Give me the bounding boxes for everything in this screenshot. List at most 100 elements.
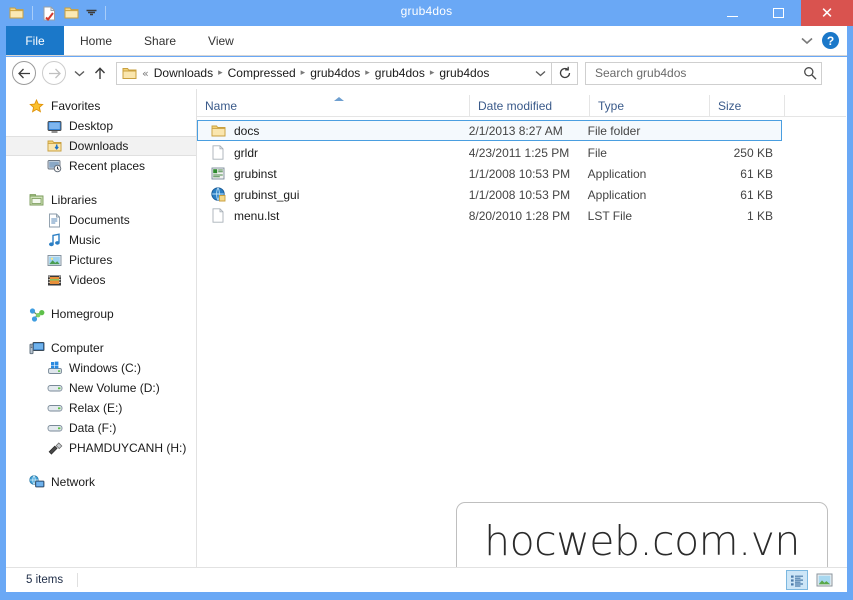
sidebar-label: Libraries bbox=[51, 193, 98, 207]
item-count-label: 5 items bbox=[26, 574, 64, 586]
file-list-pane[interactable]: Name Date modified Type Size docs 2/1/20… bbox=[197, 89, 847, 567]
sidebar-group-libraries[interactable]: Libraries bbox=[6, 190, 196, 210]
large-icons-view-button[interactable] bbox=[813, 570, 835, 590]
breadcrumb-separator[interactable]: ▸ bbox=[363, 68, 372, 78]
minimize-button[interactable] bbox=[709, 0, 755, 26]
folder-icon bbox=[121, 65, 138, 81]
search-input[interactable] bbox=[593, 65, 802, 81]
tab-home[interactable]: Home bbox=[64, 26, 128, 55]
sidebar-item-windows-c[interactable]: Windows (C:) bbox=[6, 358, 196, 378]
search-box[interactable] bbox=[585, 61, 822, 85]
sidebar-item-documents[interactable]: Documents bbox=[6, 210, 196, 230]
tab-view[interactable]: View bbox=[192, 26, 250, 55]
desktop-icon bbox=[46, 118, 63, 134]
sidebar-item-recent-places[interactable]: Recent places bbox=[6, 156, 196, 176]
ribbon-tab-strip: File Home Share View ? bbox=[6, 26, 847, 56]
ribbon-right-controls: ? bbox=[800, 26, 847, 55]
maximize-button[interactable] bbox=[755, 0, 801, 26]
up-button[interactable] bbox=[90, 62, 110, 84]
sidebar-label: Network bbox=[51, 475, 96, 489]
table-row[interactable]: menu.lst 8/20/2010 1:28 PM LST File 1 KB bbox=[198, 205, 781, 226]
sidebar-item-new-volume-d[interactable]: New Volume (D:) bbox=[6, 378, 196, 398]
title-bar: grub4dos ✕ bbox=[0, 0, 853, 26]
column-label: Name bbox=[205, 99, 238, 113]
sidebar-group-homegroup[interactable]: Homegroup bbox=[6, 304, 196, 324]
recent-places-icon bbox=[46, 158, 63, 174]
close-icon: ✕ bbox=[820, 3, 834, 22]
console-application-icon bbox=[210, 166, 226, 182]
recent-locations-dropdown[interactable] bbox=[70, 62, 88, 84]
status-separator bbox=[77, 573, 79, 587]
sidebar-item-pictures[interactable]: Pictures bbox=[6, 250, 196, 270]
tab-share[interactable]: Share bbox=[128, 26, 192, 55]
breadcrumb-item-grub4dos-2[interactable]: grub4dos bbox=[372, 66, 428, 80]
generic-file-icon bbox=[210, 145, 226, 161]
sidebar-item-data-f[interactable]: Data (F:) bbox=[6, 418, 196, 438]
sidebar-label: Downloads bbox=[69, 139, 129, 153]
search-icon[interactable] bbox=[802, 66, 817, 81]
sidebar-item-videos[interactable]: Videos bbox=[6, 270, 196, 290]
back-button[interactable] bbox=[12, 61, 36, 85]
sidebar-group-favorites[interactable]: Favorites bbox=[6, 96, 196, 116]
chevron-down-icon[interactable] bbox=[800, 34, 814, 48]
libraries-icon bbox=[28, 192, 45, 208]
sidebar-item-music[interactable]: Music bbox=[6, 230, 196, 250]
sidebar-item-downloads[interactable]: Downloads bbox=[6, 136, 196, 156]
videos-icon bbox=[46, 272, 63, 288]
sidebar-item-desktop[interactable]: Desktop bbox=[6, 116, 196, 136]
folder-icon bbox=[210, 123, 226, 139]
network-icon bbox=[28, 474, 45, 490]
column-header-pad bbox=[785, 95, 846, 117]
file-type-cell: Application bbox=[587, 187, 647, 202]
file-date-cell: 1/1/2008 10:53 PM bbox=[468, 166, 571, 181]
file-type-cell: File folder bbox=[587, 123, 641, 138]
forward-button[interactable] bbox=[42, 61, 66, 85]
breadcrumb-item-grub4dos-1[interactable]: grub4dos bbox=[307, 66, 363, 80]
drive-icon bbox=[46, 400, 63, 416]
breadcrumb[interactable]: « Downloads ▸ Compressed ▸ grub4dos ▸ gr… bbox=[116, 61, 552, 85]
table-row[interactable]: docs 2/1/2013 8:27 AM File folder bbox=[197, 120, 782, 141]
sidebar-item-relax-e[interactable]: Relax (E:) bbox=[6, 398, 196, 418]
column-header-name[interactable]: Name bbox=[197, 95, 470, 117]
breadcrumb-item-grub4dos-3[interactable]: grub4dos bbox=[436, 66, 492, 80]
sidebar-item-phamduycanh-h[interactable]: PHAMDUYCANH (H:) bbox=[6, 438, 196, 458]
column-header-size[interactable]: Size bbox=[710, 95, 785, 117]
window-controls: ✕ bbox=[709, 0, 853, 26]
table-row[interactable]: grldr 4/23/2011 1:25 PM File 250 KB bbox=[198, 142, 781, 163]
breadcrumb-item-downloads[interactable]: Downloads bbox=[151, 66, 216, 80]
breadcrumb-separator[interactable]: ▸ bbox=[216, 68, 225, 78]
status-bar: 5 items bbox=[6, 567, 847, 592]
homegroup-icon bbox=[28, 306, 45, 322]
watermark-text: hocweb.com.vn bbox=[484, 517, 800, 565]
column-header-date-modified[interactable]: Date modified bbox=[470, 95, 590, 117]
help-icon[interactable]: ? bbox=[822, 32, 839, 49]
breadcrumb-separator[interactable]: ▸ bbox=[428, 68, 437, 78]
sidebar-label: Windows (C:) bbox=[69, 361, 142, 375]
sidebar-group-network[interactable]: Network bbox=[6, 472, 196, 492]
breadcrumb-item-compressed[interactable]: Compressed bbox=[225, 66, 299, 80]
file-name-label: grubinst_gui bbox=[234, 187, 300, 202]
breadcrumb-separator[interactable]: ▸ bbox=[299, 68, 308, 78]
sidebar-label: PHAMDUYCANH (H:) bbox=[69, 441, 187, 455]
sidebar-label: Homegroup bbox=[51, 307, 114, 321]
close-button[interactable]: ✕ bbox=[801, 0, 853, 26]
file-name-cell: grubinst bbox=[198, 166, 469, 182]
generic-file-icon bbox=[210, 208, 226, 224]
column-header-type[interactable]: Type bbox=[590, 95, 710, 117]
tab-file[interactable]: File bbox=[6, 26, 64, 55]
sidebar-group-computer[interactable]: Computer bbox=[6, 338, 196, 358]
navigation-pane[interactable]: Favorites Desktop Downloads Recent place… bbox=[6, 89, 197, 567]
downloads-folder-icon bbox=[46, 138, 63, 154]
details-view-button[interactable] bbox=[786, 570, 808, 590]
sidebar-label: Favorites bbox=[51, 99, 101, 113]
refresh-button[interactable] bbox=[552, 61, 578, 85]
explorer-window: grub4dos ✕ File Home Share View ? « Down… bbox=[0, 0, 853, 600]
table-row[interactable]: grubinst_gui 1/1/2008 10:53 PM Applicati… bbox=[198, 184, 781, 205]
table-row[interactable]: grubinst 1/1/2008 10:53 PM Application 6… bbox=[198, 163, 781, 184]
breadcrumb-dropdown-icon[interactable] bbox=[531, 63, 549, 84]
file-size-cell: 1 KB bbox=[746, 208, 773, 223]
file-name-cell: grldr bbox=[198, 145, 469, 161]
